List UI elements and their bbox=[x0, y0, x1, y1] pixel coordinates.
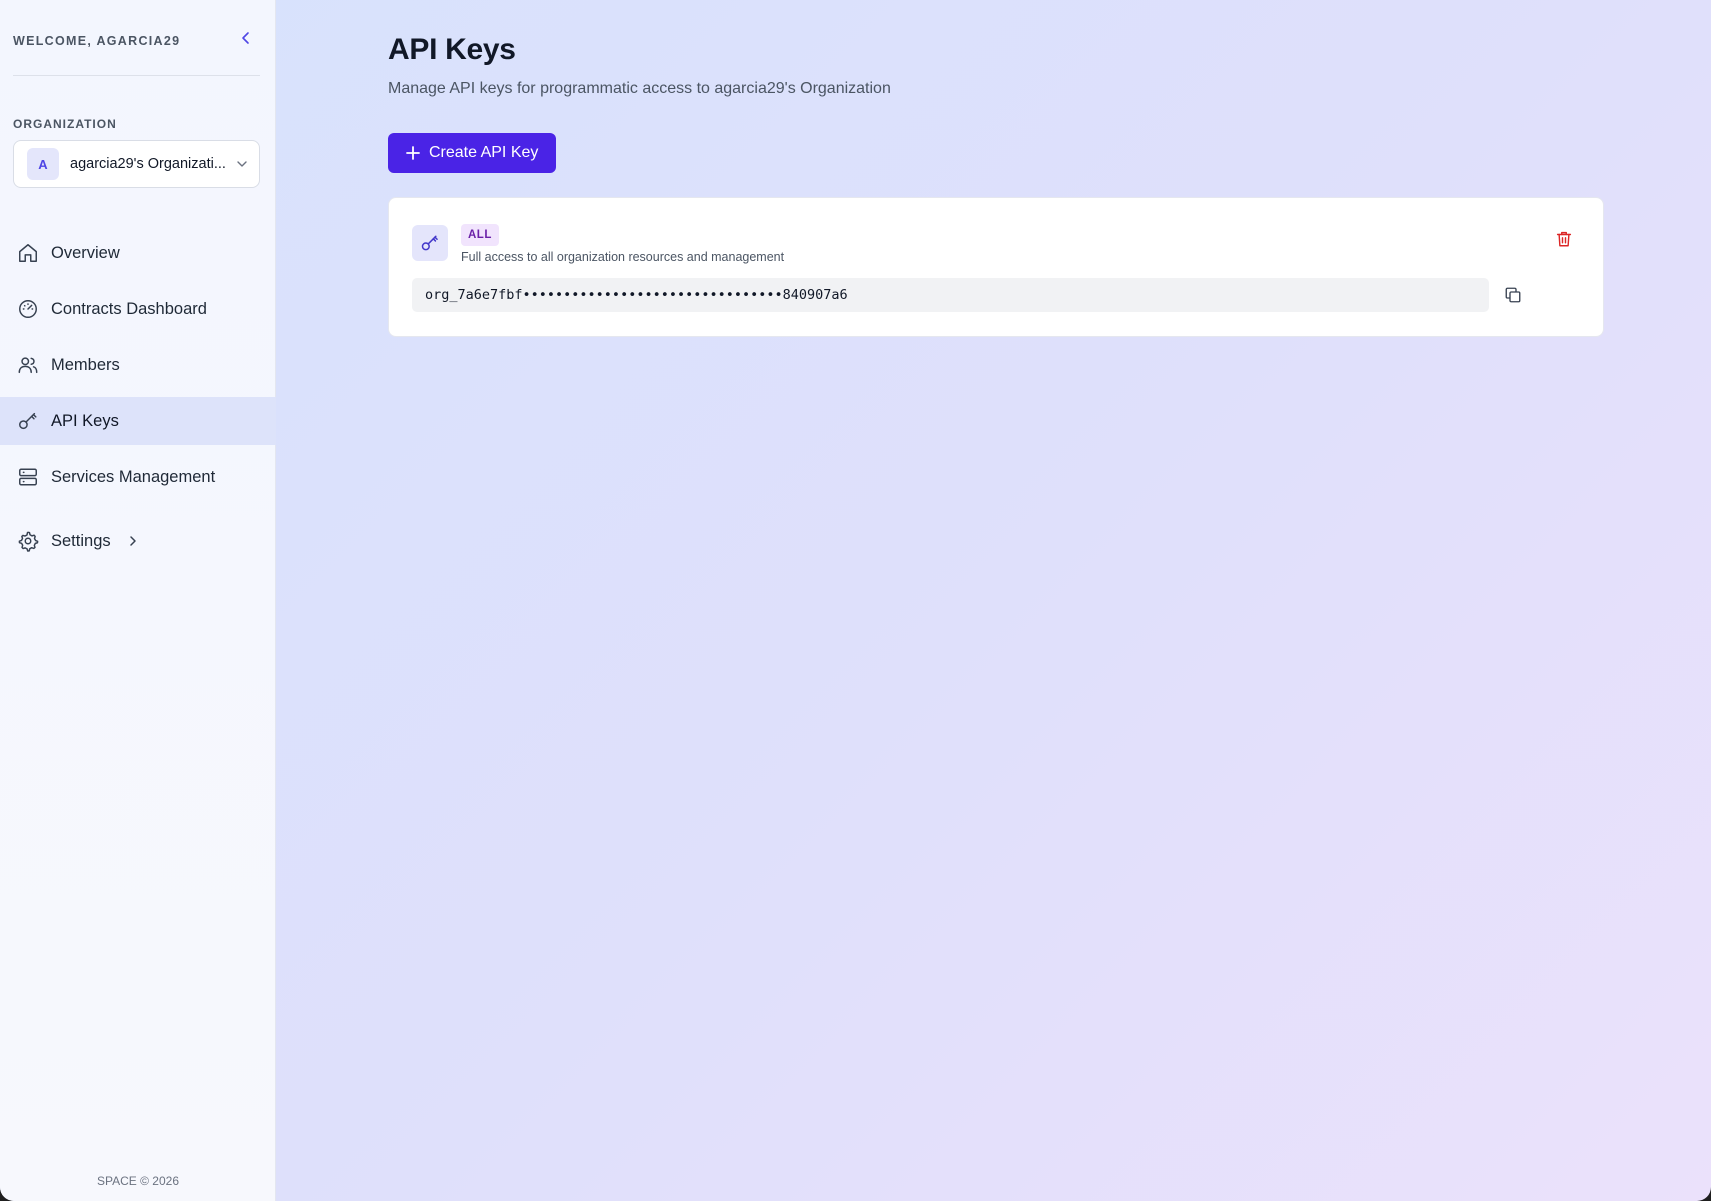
create-api-key-label: Create API Key bbox=[429, 144, 539, 161]
organization-avatar: A bbox=[27, 148, 59, 180]
key-icon bbox=[412, 225, 448, 261]
organization-name: agarcia29's Organizati... bbox=[70, 156, 226, 172]
api-key-card: ALL Full access to all organization reso… bbox=[388, 197, 1604, 337]
sidebar-item-overview[interactable]: Overview bbox=[0, 229, 276, 277]
chevron-left-icon bbox=[242, 32, 249, 44]
trash-icon bbox=[1556, 231, 1572, 247]
main-content: API Keys Manage API keys for programmati… bbox=[276, 0, 1711, 1201]
users-icon bbox=[16, 353, 40, 377]
sidebar-footer: SPACE © 2026 bbox=[97, 1174, 179, 1188]
sidebar-item-contracts-dashboard[interactable]: Contracts Dashboard bbox=[0, 285, 276, 333]
organization-label: ORGANIZATION bbox=[13, 117, 117, 131]
page-title: API Keys bbox=[388, 33, 516, 66]
gear-icon bbox=[16, 529, 40, 553]
chevron-right-icon bbox=[127, 535, 139, 547]
server-icon bbox=[16, 465, 40, 489]
sidebar-item-label: Overview bbox=[51, 243, 120, 262]
sidebar-item-label: Contracts Dashboard bbox=[51, 299, 207, 318]
scope-badge: ALL bbox=[461, 224, 499, 246]
masked-api-key[interactable]: org_7a6e7fbf••••••••••••••••••••••••••••… bbox=[412, 278, 1489, 312]
sidebar: WELCOME, AGARCIA29 ORGANIZATION A agarci… bbox=[0, 0, 276, 1201]
sidebar-item-services-management[interactable]: Services Management bbox=[0, 453, 276, 501]
app-frame: WELCOME, AGARCIA29 ORGANIZATION A agarci… bbox=[0, 0, 1711, 1201]
copy-key-button[interactable] bbox=[1501, 283, 1525, 307]
sidebar-item-members[interactable]: Members bbox=[0, 341, 276, 389]
chevron-down-icon bbox=[236, 158, 248, 170]
home-icon bbox=[16, 241, 40, 265]
sidebar-item-label: Members bbox=[51, 355, 120, 374]
welcome-text: WELCOME, AGARCIA29 bbox=[13, 34, 181, 48]
sidebar-item-label: Services Management bbox=[51, 467, 216, 486]
sidebar-item-api-keys[interactable]: API Keys bbox=[0, 397, 276, 445]
copy-icon bbox=[1505, 287, 1521, 303]
organization-select[interactable]: A agarcia29's Organizati... bbox=[13, 140, 260, 188]
sidebar-item-label: Settings bbox=[51, 531, 111, 550]
page-subtitle: Manage API keys for programmatic access … bbox=[388, 80, 891, 97]
sidebar-item-label: API Keys bbox=[51, 411, 119, 430]
collapse-sidebar-button[interactable] bbox=[236, 28, 256, 48]
delete-key-button[interactable] bbox=[1553, 228, 1575, 250]
gauge-icon bbox=[16, 297, 40, 321]
browser-window: WELCOME, AGARCIA29 ORGANIZATION A agarci… bbox=[0, 0, 1711, 1201]
key-icon bbox=[16, 409, 40, 433]
plus-icon bbox=[406, 146, 420, 160]
create-api-key-button[interactable]: Create API Key bbox=[388, 133, 556, 173]
scope-description: Full access to all organization resource… bbox=[461, 250, 785, 264]
sidebar-divider bbox=[13, 75, 260, 76]
sidebar-item-settings[interactable]: Settings bbox=[0, 517, 276, 565]
